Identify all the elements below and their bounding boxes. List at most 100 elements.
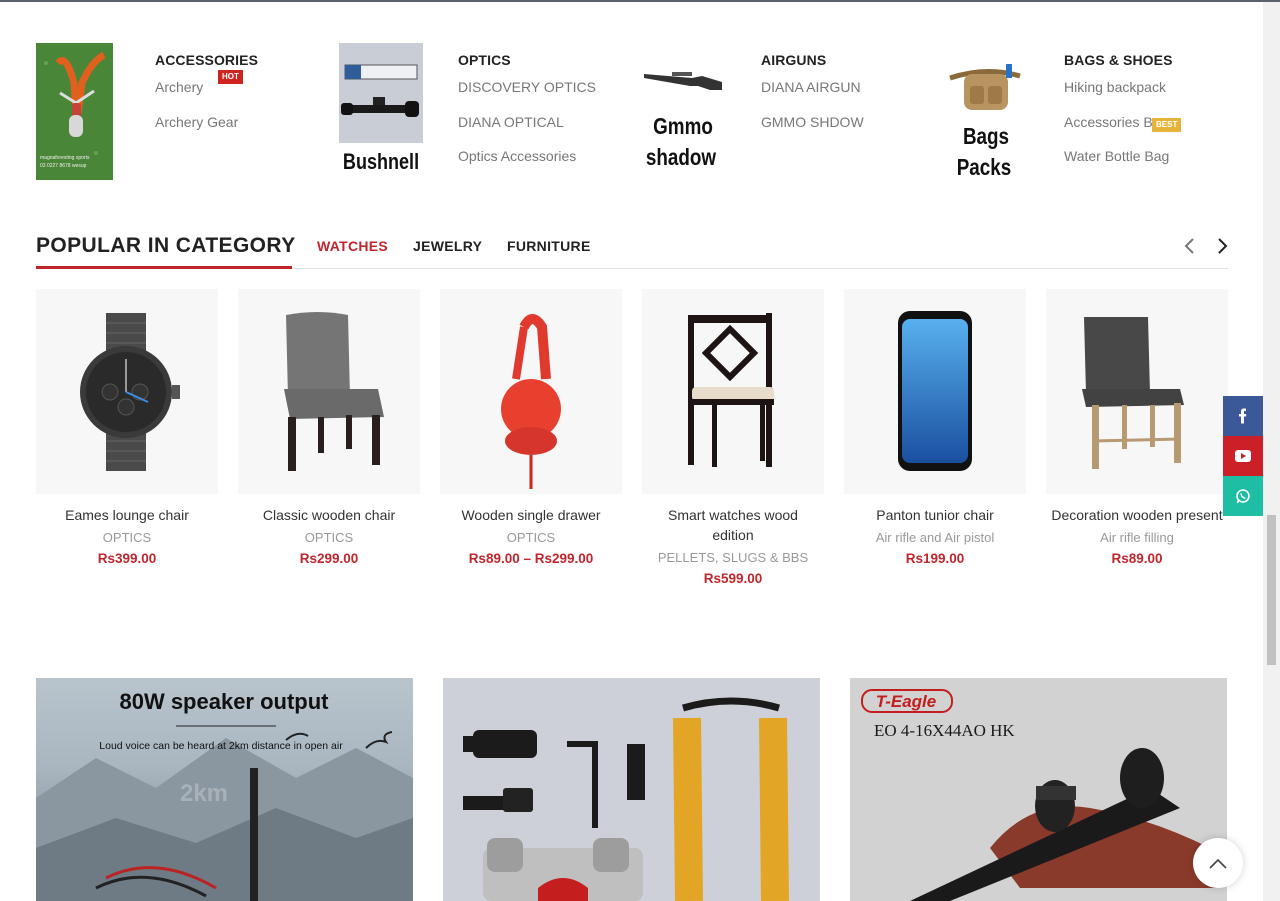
product-price: Rs199.00 bbox=[905, 551, 965, 566]
link-label[interactable]: Hiking backpack bbox=[1064, 79, 1166, 95]
banner-headline: 80W speaker output bbox=[119, 689, 329, 714]
shadow-label: shadow bbox=[646, 145, 717, 170]
t-eagle-scope-banner[interactable]: T-Eagle EO 4-16X44AO HK bbox=[850, 678, 1227, 901]
link-label[interactable]: Water Bottle Bag bbox=[1064, 148, 1169, 164]
category-title[interactable]: OPTICS bbox=[458, 52, 596, 68]
scope-image: Bushnell bbox=[339, 43, 423, 174]
category-link-discovery-optics[interactable]: DISCOVERY OPTICS bbox=[458, 78, 596, 96]
category-link-hiking-backpack[interactable]: Hiking backpack bbox=[1064, 78, 1173, 96]
airguns-image[interactable]: Gmmo shadow bbox=[642, 60, 724, 175]
slingshot-parts-art bbox=[463, 697, 789, 901]
top-border bbox=[0, 0, 1280, 2]
product-price: Rs299.00 bbox=[299, 551, 359, 566]
bags-label: Bags bbox=[963, 124, 1009, 149]
product-card[interactable]: Classic wooden chair OPTICS Rs299.00 bbox=[238, 289, 420, 568]
category-optics: OPTICS DISCOVERY OPTICS DIANA OPTICAL Op… bbox=[458, 52, 596, 182]
category-link-optics-accessories[interactable]: Optics Accessories bbox=[458, 147, 596, 165]
category-link-diana-optical[interactable]: DIANA OPTICAL bbox=[458, 113, 596, 131]
svg-text:magnaforesting sports: magnaforesting sports bbox=[40, 155, 90, 161]
rifle-image: Gmmo shadow bbox=[644, 72, 722, 170]
product-category[interactable]: OPTICS bbox=[238, 530, 420, 546]
product-card[interactable]: Smart watches wood edition PELLETS, SLUG… bbox=[642, 289, 824, 588]
category-airguns: AIRGUNS DIANA AIRGUN GMMO SHDOW bbox=[761, 52, 864, 147]
category-title[interactable]: BAGS & SHOES bbox=[1064, 52, 1173, 68]
product-image[interactable] bbox=[440, 289, 622, 494]
category-bags-shoes: BAGS & SHOES Hiking backpack Accessories… bbox=[1064, 52, 1182, 182]
back-to-top-button[interactable] bbox=[1193, 838, 1243, 888]
speaker-banner-art: 80W speaker output Loud voice can be hea… bbox=[36, 689, 413, 901]
product-category[interactable]: OPTICS bbox=[36, 530, 218, 546]
gmmo-label: Gmmo bbox=[653, 114, 713, 139]
phone-image bbox=[898, 311, 972, 471]
scope-banner-art: T-Eagle EO 4-16X44AO HK bbox=[861, 689, 1220, 901]
link-label[interactable]: DIANA AIRGUN bbox=[761, 79, 861, 95]
page-scrollbar[interactable] bbox=[1263, 2, 1280, 901]
product-price: Rs599.00 bbox=[703, 571, 763, 586]
product-category[interactable]: PELLETS, SLUGS & BBS bbox=[642, 550, 824, 566]
product-card[interactable]: Eames lounge chair OPTICS Rs399.00 bbox=[36, 289, 218, 568]
category-accessories: ACCESSORIES Archery HOT Archery Gear bbox=[155, 52, 258, 147]
category-link-accessories-bag[interactable]: Accessories Bag BEST bbox=[1064, 113, 1182, 132]
chevron-left-icon bbox=[1184, 238, 1194, 254]
facebook-share-button[interactable] bbox=[1223, 396, 1263, 436]
whatsapp-icon bbox=[1236, 489, 1250, 504]
slingshot-parts-banner[interactable] bbox=[443, 678, 820, 901]
product-category[interactable]: Air rifle and Air pistol bbox=[844, 530, 1026, 546]
product-name[interactable]: Classic wooden chair bbox=[238, 505, 420, 525]
youtube-icon bbox=[1235, 450, 1251, 462]
chevron-right-icon bbox=[1218, 238, 1228, 254]
optics-image[interactable]: Bushnell bbox=[339, 43, 423, 180]
accessories-image[interactable]: magnaforesting sports 03 0227 8678 wesup bbox=[36, 43, 113, 180]
tab-furniture[interactable]: FURNITURE bbox=[507, 238, 591, 254]
bags-image[interactable]: Bags Packs bbox=[946, 60, 1026, 182]
link-label[interactable]: Archery Gear bbox=[155, 114, 238, 130]
link-label[interactable]: GMMO SHDOW bbox=[761, 114, 864, 130]
product-price: Rs89.00 – Rs299.00 bbox=[468, 551, 594, 566]
link-label[interactable]: Optics Accessories bbox=[458, 148, 576, 164]
tab-jewelry[interactable]: JEWELRY bbox=[413, 238, 482, 254]
banner-distance: 2km bbox=[180, 780, 228, 807]
category-title[interactable]: AIRGUNS bbox=[761, 52, 864, 68]
category-link-archery[interactable]: Archery HOT bbox=[155, 70, 258, 96]
tab-watches[interactable]: WATCHES bbox=[317, 238, 388, 254]
link-label[interactable]: Archery bbox=[155, 79, 203, 95]
product-image[interactable] bbox=[642, 289, 824, 494]
product-name[interactable]: Decoration wooden present bbox=[1046, 505, 1228, 525]
bushnell-label: Bushnell bbox=[343, 150, 419, 174]
product-name[interactable]: Panton tunior chair bbox=[844, 505, 1026, 525]
category-link-gmmo-shdow[interactable]: GMMO SHDOW bbox=[761, 113, 864, 131]
product-name[interactable]: Eames lounge chair bbox=[36, 505, 218, 525]
link-label[interactable]: DIANA OPTICAL bbox=[458, 114, 564, 130]
scope-brand: T-Eagle bbox=[876, 692, 936, 711]
hot-badge: HOT bbox=[218, 70, 243, 84]
product-name[interactable]: Smart watches wood edition bbox=[642, 505, 824, 545]
product-image[interactable] bbox=[844, 289, 1026, 494]
category-title[interactable]: ACCESSORIES bbox=[155, 52, 258, 68]
product-card[interactable]: Wooden single drawer OPTICS Rs89.00 – Rs… bbox=[440, 289, 622, 568]
product-image[interactable] bbox=[1046, 289, 1228, 494]
product-category[interactable]: Air rifle filling bbox=[1046, 530, 1228, 546]
dining-chair-image bbox=[1082, 317, 1184, 469]
prev-arrow-button[interactable] bbox=[1180, 236, 1200, 256]
category-link-water-bottle-bag[interactable]: Water Bottle Bag bbox=[1064, 147, 1173, 165]
next-arrow-button[interactable] bbox=[1212, 236, 1232, 256]
link-label[interactable]: DISCOVERY OPTICS bbox=[458, 79, 596, 95]
section-title: POPULAR IN CATEGORY bbox=[36, 234, 296, 257]
product-card[interactable]: Panton tunior chair Air rifle and Air pi… bbox=[844, 289, 1026, 568]
product-card[interactable]: Decoration wooden present Air rifle fill… bbox=[1046, 289, 1228, 568]
slingshot-image: magnaforesting sports 03 0227 8678 wesup bbox=[36, 43, 113, 180]
product-category[interactable]: OPTICS bbox=[440, 530, 622, 546]
scrollbar-thumb[interactable] bbox=[1267, 515, 1276, 665]
waist-bag-image: Bags Packs bbox=[949, 64, 1021, 180]
svg-text:03 0227 8678 wesup: 03 0227 8678 wesup bbox=[40, 163, 87, 169]
category-link-diana-airgun[interactable]: DIANA AIRGUN bbox=[761, 78, 864, 96]
youtube-share-button[interactable] bbox=[1223, 436, 1263, 476]
whatsapp-share-button[interactable] bbox=[1223, 476, 1263, 516]
product-image[interactable] bbox=[36, 289, 218, 494]
speaker-banner[interactable]: 80W speaker output Loud voice can be hea… bbox=[36, 678, 413, 901]
product-name[interactable]: Wooden single drawer bbox=[440, 505, 622, 525]
dark-wood-chair-image bbox=[688, 313, 774, 467]
category-link-archery-gear[interactable]: Archery Gear bbox=[155, 113, 258, 131]
packs-label: Packs bbox=[957, 155, 1012, 180]
product-image[interactable] bbox=[238, 289, 420, 494]
